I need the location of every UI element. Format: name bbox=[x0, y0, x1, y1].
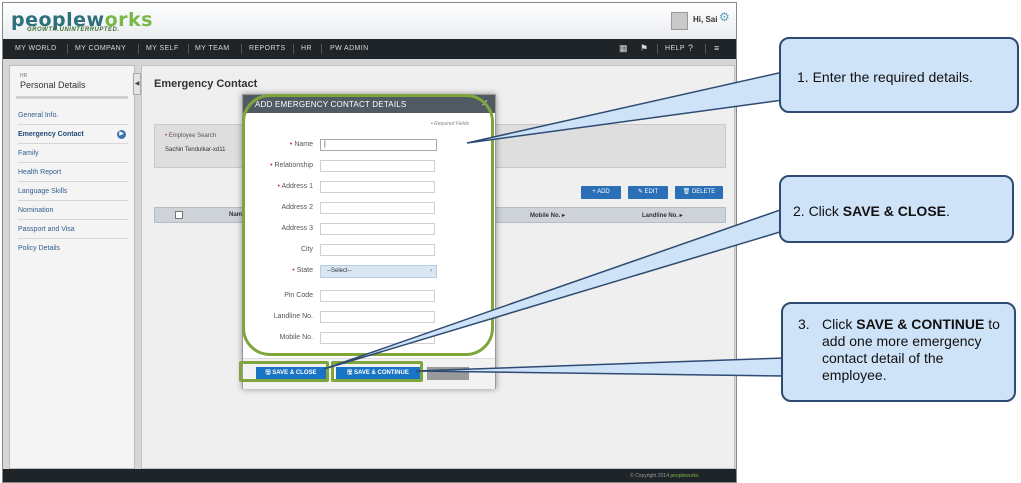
callout-3-number: 3. bbox=[798, 316, 810, 332]
callout-2-bold: SAVE & CLOSE bbox=[842, 203, 946, 219]
callout-2-text: 2. Click SAVE & CLOSE. bbox=[793, 203, 950, 219]
callout-2-prefix: 2. Click bbox=[793, 203, 843, 219]
callout-3-pointer bbox=[415, 357, 785, 377]
callout-2-pointer bbox=[323, 208, 781, 370]
callout-1-text: 1. Enter the required details. bbox=[797, 69, 973, 85]
callout-3-prefix: Click bbox=[822, 316, 857, 332]
callout-1-pointer bbox=[466, 71, 784, 144]
callout-save-close: 2. Click SAVE & CLOSE. bbox=[779, 175, 1014, 243]
callout-2-suffix: . bbox=[946, 203, 950, 219]
callout-3-bold: SAVE & CONTINUE bbox=[856, 316, 985, 332]
callout-3-text: Click SAVE & CONTINUE to add one more em… bbox=[822, 316, 1007, 384]
callout-save-continue: 3. Click SAVE & CONTINUE to add one more… bbox=[781, 302, 1016, 402]
callout-enter-details: 1. Enter the required details. bbox=[779, 37, 1019, 113]
